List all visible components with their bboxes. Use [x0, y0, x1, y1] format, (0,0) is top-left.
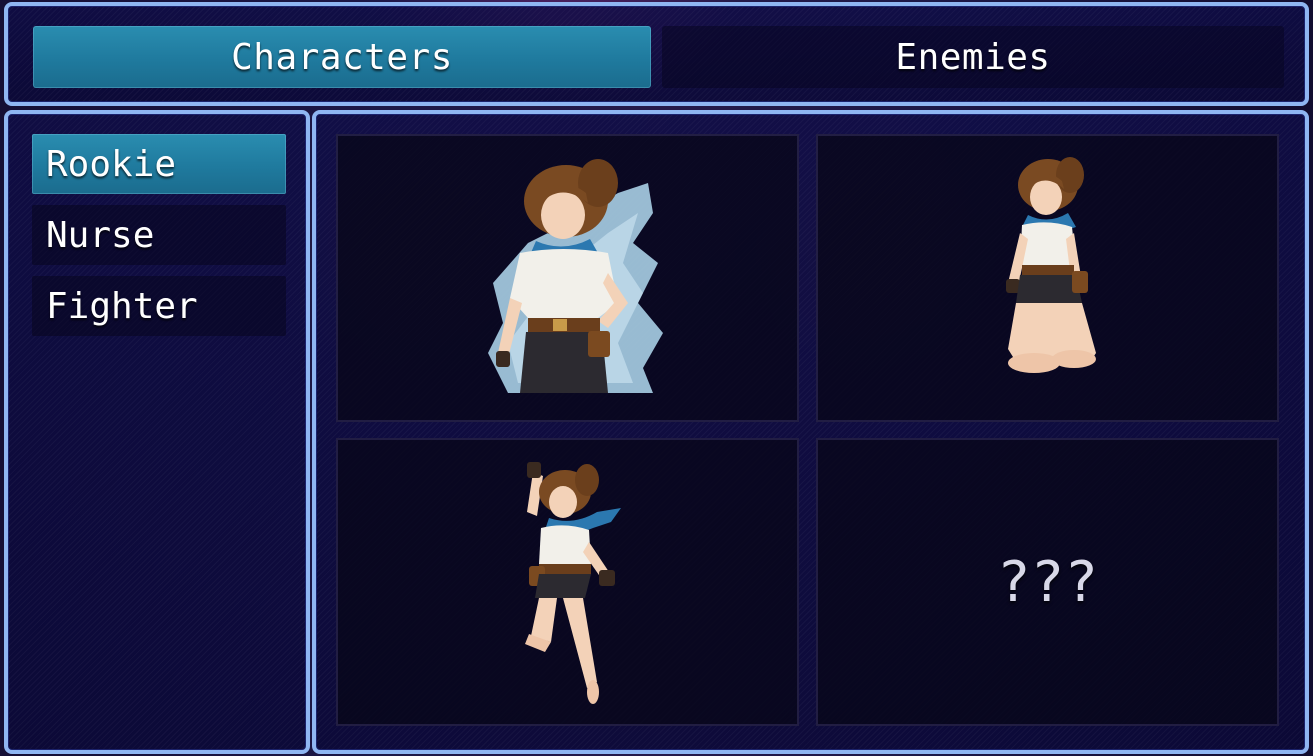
rookie-kneeling-image [1005, 157, 1096, 373]
tab-characters[interactable]: Characters [33, 26, 651, 88]
character-item-nurse[interactable]: Nurse [32, 205, 286, 265]
locked-placeholder-text: ??? [996, 549, 1099, 615]
rookie-portrait-image [487, 159, 663, 393]
gallery-cell-rookie-portrait[interactable] [336, 134, 799, 422]
category-tab-bar: Characters Enemies [4, 2, 1309, 106]
tab-enemies[interactable]: Enemies [662, 26, 1284, 88]
gallery-window: ??? [312, 110, 1309, 754]
character-list-window: Rookie Nurse Fighter [4, 110, 310, 754]
gallery-cell-rookie-jumping[interactable] [336, 438, 799, 726]
character-item-rookie[interactable]: Rookie [32, 134, 286, 194]
rookie-jumping-image [524, 462, 621, 704]
gallery-cell-locked[interactable]: ??? [816, 438, 1279, 726]
character-item-fighter[interactable]: Fighter [32, 276, 286, 336]
gallery-cell-rookie-kneeling[interactable] [816, 134, 1279, 422]
